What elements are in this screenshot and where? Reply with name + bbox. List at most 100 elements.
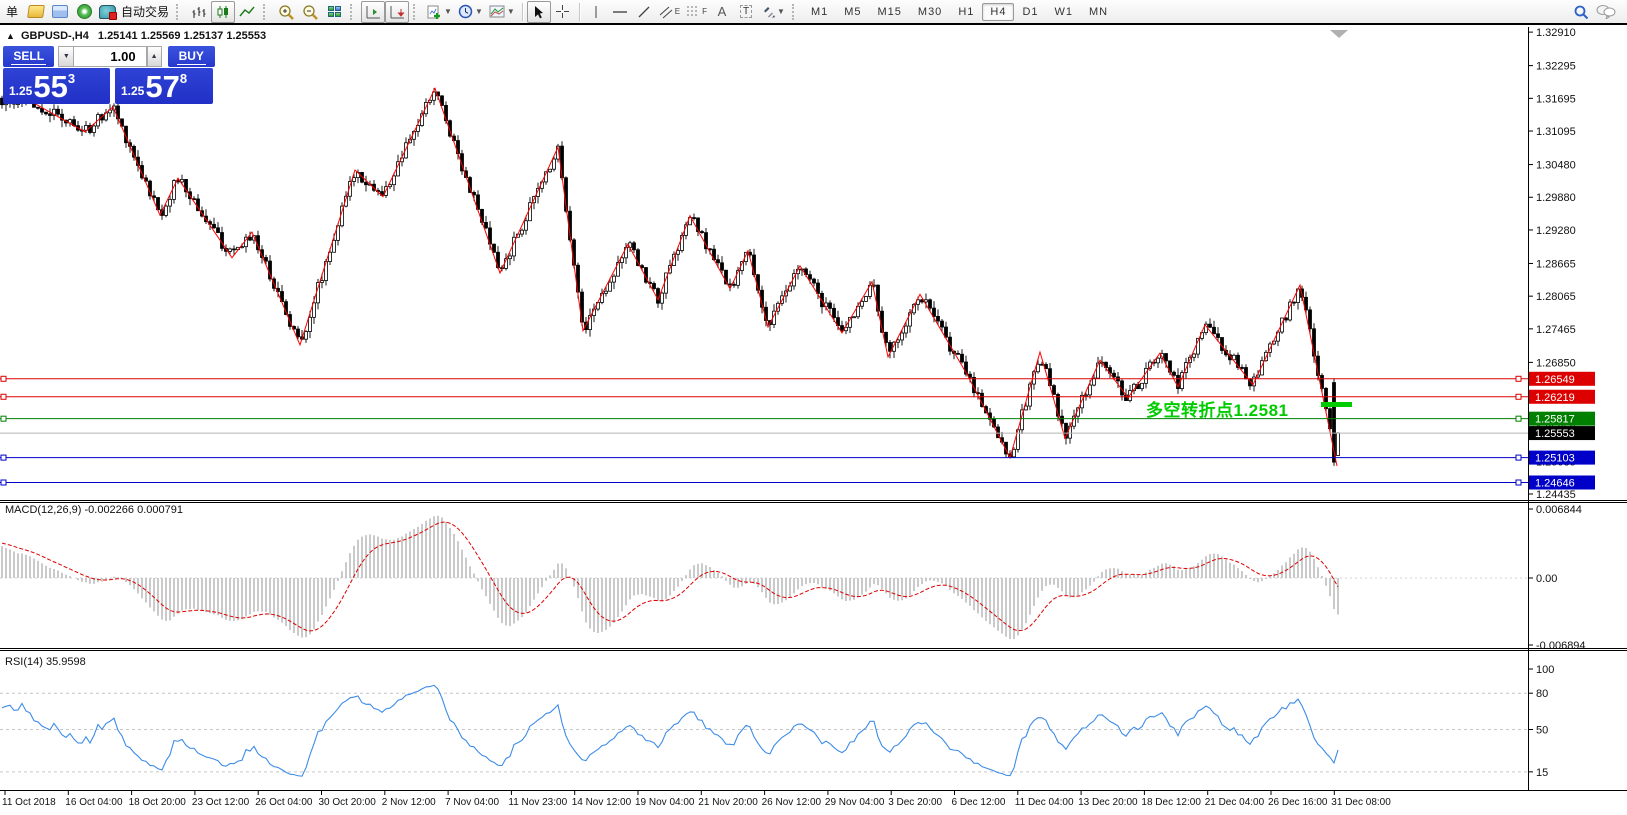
volume-increase-button[interactable]: ▲ (147, 46, 162, 67)
tab-m15[interactable]: M15 (870, 3, 910, 21)
svg-text:11 Nov 23:00: 11 Nov 23:00 (508, 797, 567, 808)
new-order-button[interactable]: 单 (0, 1, 24, 23)
svg-text:1.26549: 1.26549 (1535, 374, 1575, 386)
text-button[interactable]: A (710, 1, 734, 23)
zoom-out-button[interactable] (298, 1, 322, 23)
chat-icon (1596, 4, 1616, 19)
volume-input[interactable]: 1.00 (73, 46, 146, 67)
svg-text:0.00: 0.00 (1536, 573, 1557, 585)
search-icon (1573, 4, 1589, 20)
chart-shift-button[interactable] (361, 1, 385, 23)
auto-scroll-icon (389, 5, 405, 19)
templates-icon (489, 5, 505, 18)
svg-text:13 Dec 20:00: 13 Dec 20:00 (1078, 797, 1138, 808)
buy-price[interactable]: 1.25 57 8 (115, 68, 213, 104)
toolbar-grip[interactable] (792, 4, 799, 20)
svg-text:18 Oct 20:00: 18 Oct 20:00 (129, 797, 187, 808)
zoom-in-icon (278, 4, 295, 20)
line-chart-button[interactable] (235, 1, 259, 23)
tab-w1[interactable]: W1 (1047, 3, 1082, 21)
svg-text:23 Oct 12:00: 23 Oct 12:00 (192, 797, 250, 808)
svg-text:6 Dec 12:00: 6 Dec 12:00 (952, 797, 1006, 808)
svg-text:7 Nov 04:00: 7 Nov 04:00 (445, 797, 499, 808)
fibonacci-icon (686, 5, 701, 18)
tab-d1[interactable]: D1 (1014, 3, 1046, 21)
volume-decrease-button[interactable]: ▼ (58, 46, 73, 67)
toolbar-grip[interactable] (263, 4, 270, 20)
chevron-down-icon: ▼ (777, 7, 785, 16)
chevron-down-icon: ▼ (507, 7, 515, 16)
sell-price[interactable]: 1.25 55 3 (3, 68, 110, 104)
tab-m30[interactable]: M30 (910, 3, 950, 21)
buy-button[interactable]: BUY (168, 46, 215, 67)
ohlc-values: 1.25141 1.25569 1.25137 1.25553 (98, 30, 266, 42)
svg-text:31 Dec 08:00: 31 Dec 08:00 (1331, 797, 1391, 808)
svg-text:15: 15 (1536, 767, 1548, 779)
annotation-line-segment[interactable] (1321, 402, 1352, 407)
svg-text:1.30480: 1.30480 (1536, 160, 1576, 172)
tab-m5[interactable]: M5 (836, 3, 869, 21)
chevron-up-icon: ▲ (151, 53, 158, 60)
svg-text:1.31695: 1.31695 (1536, 93, 1576, 105)
market-watch-button[interactable] (48, 1, 72, 23)
vertical-line-button[interactable] (584, 1, 608, 23)
toolbar-grip[interactable] (176, 4, 183, 20)
svg-text:29 Nov 04:00: 29 Nov 04:00 (825, 797, 885, 808)
tab-h1[interactable]: H1 (950, 3, 982, 21)
price-chart[interactable]: 1.329101.322951.316951.310951.304801.298… (0, 0, 1627, 815)
horizontal-line-button[interactable] (608, 1, 632, 23)
arrows-button[interactable]: ▼ (758, 1, 788, 23)
svg-text:19 Nov 04:00: 19 Nov 04:00 (635, 797, 695, 808)
zoom-in-button[interactable] (274, 1, 298, 23)
note-icon (27, 5, 45, 18)
svg-text:1.26850: 1.26850 (1536, 357, 1576, 369)
periods-button[interactable]: ▼ (455, 1, 486, 23)
chevron-down-icon: ▼ (63, 53, 70, 60)
text-label-button[interactable]: T (734, 1, 758, 23)
candlestick-chart-button[interactable] (211, 1, 235, 23)
trendline-icon (637, 5, 651, 19)
sell-button[interactable]: SELL (3, 46, 54, 67)
new-order-note-button[interactable] (24, 1, 48, 23)
text-label-icon: T (740, 5, 752, 18)
one-click-trading-panel: SELL ▼ 1.00 ▲ BUY 1.25 55 3 1.25 57 8 (3, 46, 215, 104)
tab-m1[interactable]: M1 (803, 3, 836, 21)
rsi-indicator-label: RSI(14) 35.9598 (5, 656, 86, 668)
svg-text:1.25553: 1.25553 (1535, 428, 1575, 440)
search-button[interactable] (1569, 1, 1593, 23)
channel-button[interactable]: E (656, 1, 683, 23)
auto-scroll-button[interactable] (385, 1, 409, 23)
tile-windows-icon (328, 6, 341, 17)
templates-button[interactable]: ▼ (486, 1, 518, 23)
crosshair-button[interactable] (551, 1, 575, 23)
fibonacci-button[interactable]: F (683, 1, 710, 23)
svg-text:100: 100 (1536, 664, 1554, 676)
periods-icon (458, 4, 473, 19)
signals-button[interactable] (72, 1, 96, 23)
svg-text:11 Oct 2018: 11 Oct 2018 (2, 797, 56, 808)
svg-text:16 Oct 04:00: 16 Oct 04:00 (65, 797, 123, 808)
toolbar-grip[interactable] (413, 4, 420, 20)
svg-text:1.26219: 1.26219 (1535, 392, 1575, 404)
comments-button[interactable] (1593, 1, 1619, 23)
cursor-button[interactable] (527, 1, 551, 23)
svg-text:26 Dec 16:00: 26 Dec 16:00 (1268, 797, 1328, 808)
svg-text:26 Nov 12:00: 26 Nov 12:00 (762, 797, 822, 808)
toolbar-grip[interactable] (350, 4, 357, 20)
tab-h4[interactable]: H4 (982, 3, 1014, 21)
svg-text:21 Nov 20:00: 21 Nov 20:00 (698, 797, 758, 808)
svg-text:14 Nov 12:00: 14 Nov 12:00 (572, 797, 632, 808)
tile-windows-button[interactable] (322, 1, 346, 23)
autotrade-button[interactable]: 自动交易 (96, 1, 172, 23)
turning-point-annotation[interactable]: 多空转折点1.2581 (1146, 396, 1289, 421)
new-chart-button[interactable]: ▼ (424, 1, 455, 23)
tab-mn[interactable]: MN (1081, 3, 1116, 21)
bar-chart-button[interactable] (187, 1, 211, 23)
svg-text:1.29880: 1.29880 (1536, 192, 1576, 204)
svg-text:1.24435: 1.24435 (1536, 489, 1576, 501)
macd-indicator-label: MACD(12,26,9) -0.002266 0.000791 (5, 504, 183, 516)
horizontal-line-icon (612, 8, 628, 16)
trendline-button[interactable] (632, 1, 656, 23)
svg-text:1.28065: 1.28065 (1536, 291, 1576, 303)
chevron-down-icon: ▼ (444, 7, 452, 16)
